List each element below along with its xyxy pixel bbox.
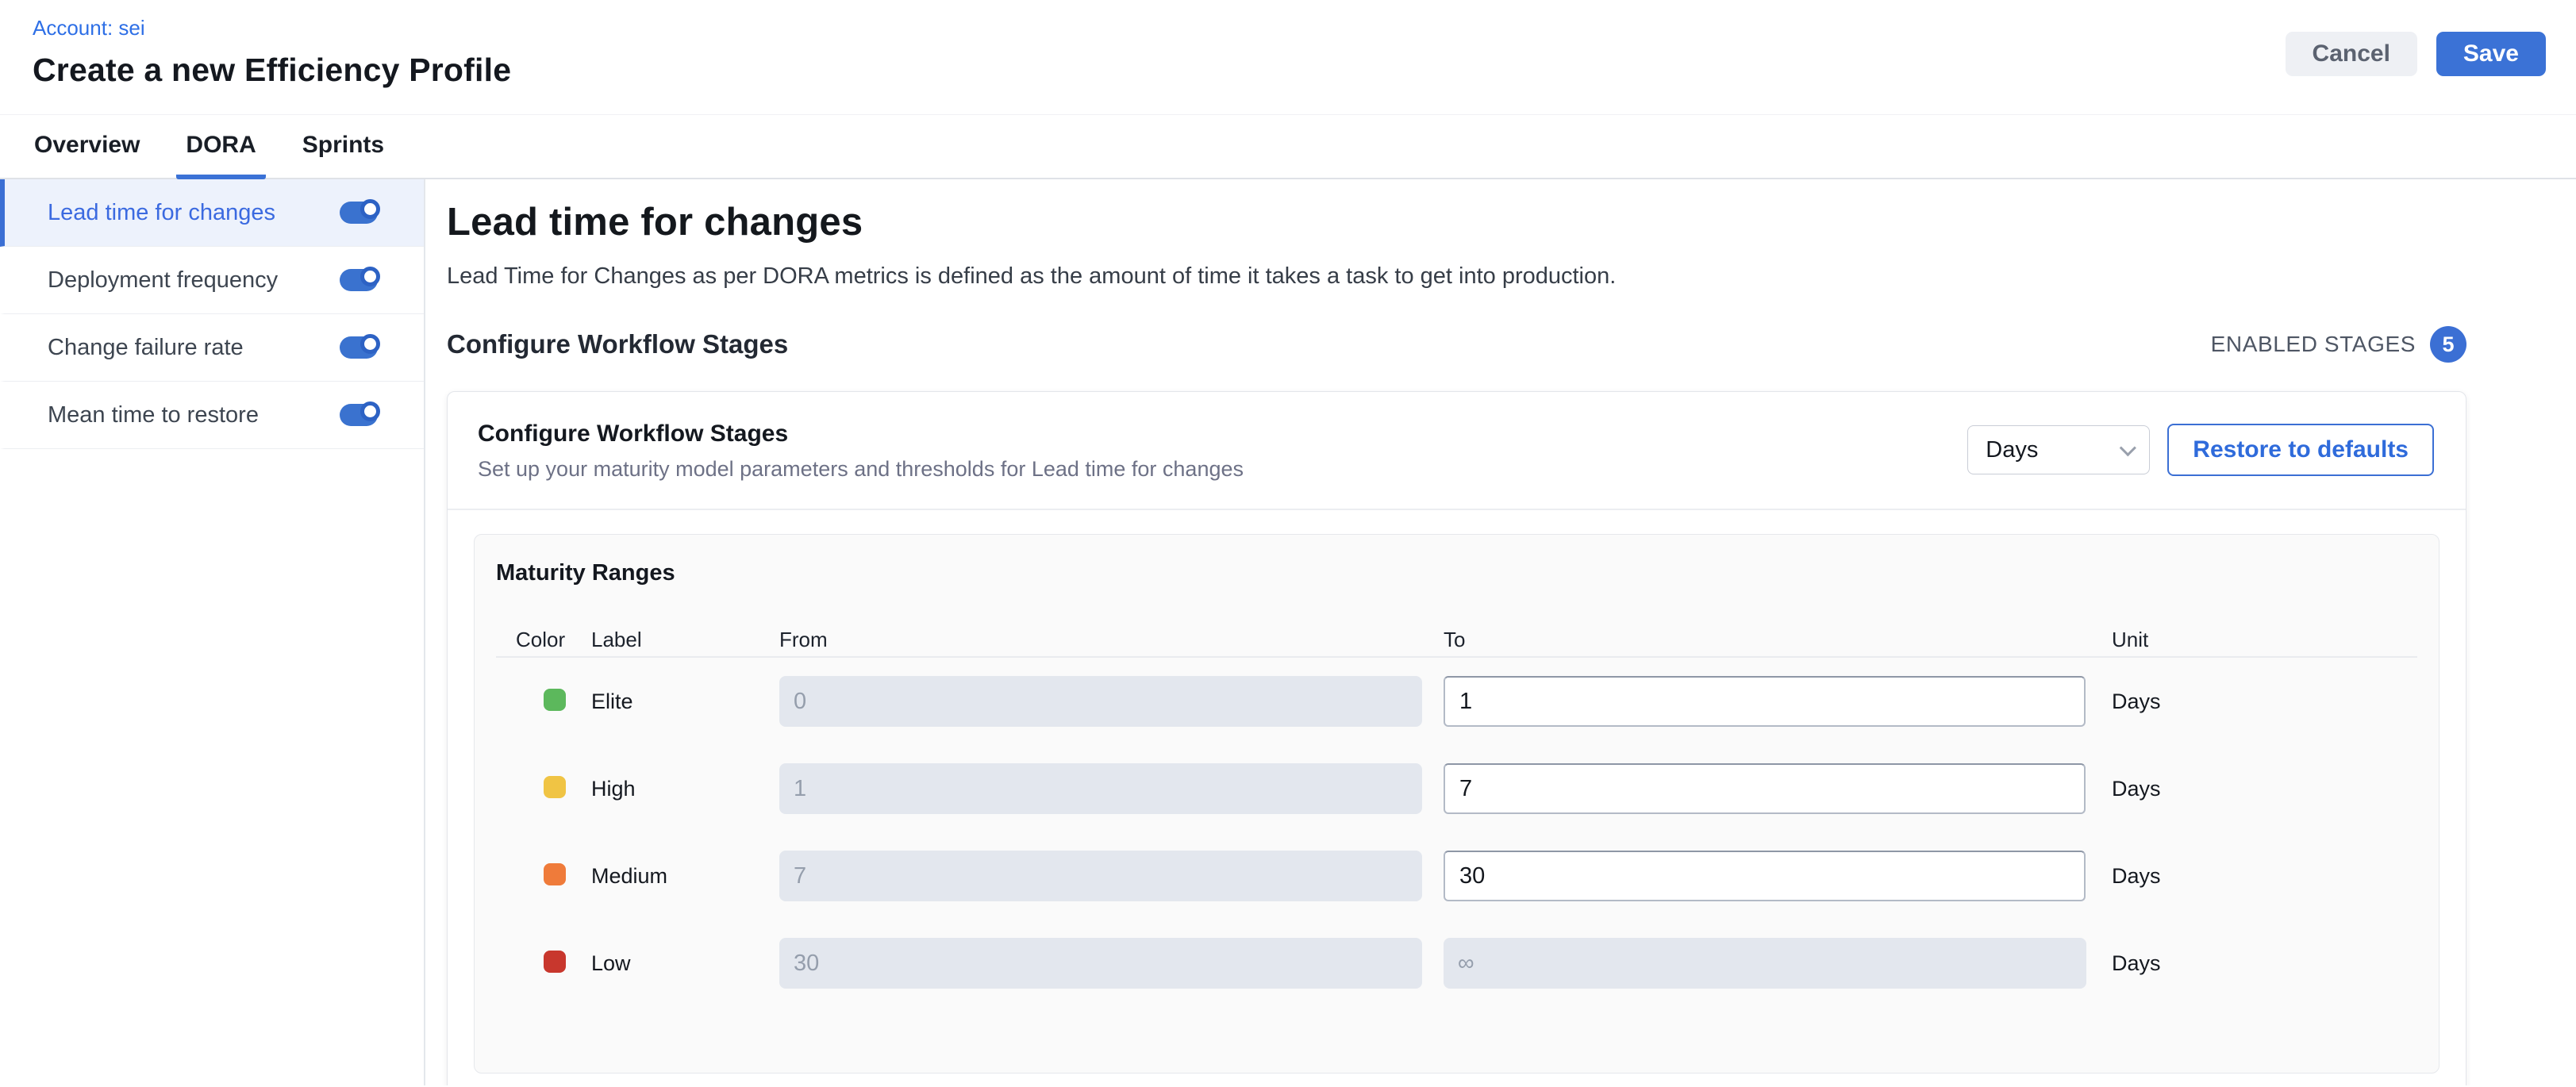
maturity-table-body: Elite Days High Days Medium Days Low Days bbox=[496, 658, 2417, 1007]
sidebar-item-label: Mean time to restore bbox=[48, 402, 259, 428]
to-input[interactable] bbox=[1444, 676, 2086, 727]
metric-toggle[interactable] bbox=[340, 404, 378, 426]
column-header-from: From bbox=[779, 628, 1444, 652]
to-input[interactable] bbox=[1444, 851, 2086, 901]
main-panel: Lead time for changes Lead Time for Chan… bbox=[425, 179, 2576, 1085]
tab-overview[interactable]: Overview bbox=[25, 115, 149, 179]
toggle-knob bbox=[360, 199, 380, 219]
maturity-table-header: ColorLabelFromToUnit bbox=[496, 623, 2417, 656]
color-cell bbox=[496, 689, 591, 715]
column-header-color: Color bbox=[496, 628, 591, 652]
maturity-color-chip bbox=[544, 863, 566, 885]
metrics-sidebar: Lead time for changes Deployment frequenc… bbox=[0, 179, 425, 1085]
metric-description: Lead Time for Changes as per DORA metric… bbox=[447, 263, 2466, 290]
content-area: Lead time for changes Deployment frequenc… bbox=[0, 179, 2576, 1085]
maturity-label: Medium bbox=[591, 864, 779, 889]
maturity-row-low: Low Days bbox=[496, 920, 2417, 1007]
metric-heading: Lead time for changes bbox=[447, 200, 2466, 244]
cancel-button[interactable]: Cancel bbox=[2286, 32, 2417, 76]
restore-defaults-button[interactable]: Restore to defaults bbox=[2167, 424, 2434, 476]
unit-label: Days bbox=[2112, 689, 2417, 714]
section-header-row: Configure Workflow Stages ENABLED STAGES… bbox=[447, 326, 2466, 363]
enabled-stages-count-badge: 5 bbox=[2430, 326, 2466, 363]
from-input bbox=[779, 763, 1422, 814]
card-subtitle: Set up your maturity model parameters an… bbox=[478, 457, 1244, 482]
sidebar-item-label: Change failure rate bbox=[48, 335, 244, 361]
from-cell bbox=[779, 763, 1444, 814]
enabled-stages-label: ENABLED STAGES bbox=[2211, 332, 2416, 357]
metric-toggle[interactable] bbox=[340, 336, 378, 359]
from-cell bbox=[779, 851, 1444, 901]
header-actions: Cancel Save bbox=[2286, 32, 2546, 76]
card-controls: Days Restore to defaults bbox=[1967, 424, 2434, 476]
unit-label: Days bbox=[2112, 864, 2417, 889]
column-header-to: To bbox=[1444, 628, 2112, 652]
column-header-label: Label bbox=[591, 628, 779, 652]
toggle-knob bbox=[360, 267, 380, 286]
from-input bbox=[779, 938, 1422, 989]
color-cell bbox=[496, 863, 591, 889]
unit-label: Days bbox=[2112, 951, 2417, 976]
sidebar-item-lead-time-for-changes[interactable]: Lead time for changes bbox=[0, 179, 424, 247]
enabled-stages: ENABLED STAGES 5 bbox=[2211, 326, 2466, 363]
toggle-knob bbox=[360, 334, 380, 354]
sidebar-item-label: Deployment frequency bbox=[48, 267, 278, 294]
workflow-stages-card: Configure Workflow Stages Set up your ma… bbox=[447, 391, 2466, 1085]
to-cell bbox=[1444, 763, 2112, 814]
metric-toggle[interactable] bbox=[340, 269, 378, 291]
toggle-knob bbox=[360, 401, 380, 421]
chevron-down-icon bbox=[2120, 440, 2136, 456]
sidebar-item-deployment-frequency[interactable]: Deployment frequency bbox=[0, 247, 424, 314]
maturity-ranges-title: Maturity Ranges bbox=[496, 560, 2417, 586]
unit-select[interactable]: Days bbox=[1967, 425, 2150, 474]
save-button[interactable]: Save bbox=[2436, 32, 2546, 76]
to-cell bbox=[1444, 938, 2112, 989]
tab-bar: Overview DORA Sprints bbox=[0, 115, 2576, 179]
account-breadcrumb-link[interactable]: Account: sei bbox=[33, 16, 145, 40]
sidebar-item-mean-time-to-restore[interactable]: Mean time to restore bbox=[0, 382, 424, 449]
metric-toggle[interactable] bbox=[340, 202, 378, 224]
from-input bbox=[779, 676, 1422, 727]
configure-stages-heading: Configure Workflow Stages bbox=[447, 329, 788, 359]
to-cell bbox=[1444, 676, 2112, 727]
card-title: Configure Workflow Stages bbox=[478, 421, 1244, 447]
unit-select-value: Days bbox=[1986, 437, 2038, 463]
sidebar-item-change-failure-rate[interactable]: Change failure rate bbox=[0, 314, 424, 382]
maturity-row-medium: Medium Days bbox=[496, 832, 2417, 920]
color-cell bbox=[496, 776, 591, 802]
card-header-text: Configure Workflow Stages Set up your ma… bbox=[478, 421, 1244, 482]
unit-label: Days bbox=[2112, 777, 2417, 801]
column-header-unit: Unit bbox=[2112, 628, 2417, 652]
sidebar-item-label: Lead time for changes bbox=[48, 200, 275, 226]
tab-dora[interactable]: DORA bbox=[176, 115, 265, 179]
maturity-color-chip bbox=[544, 689, 566, 711]
maturity-row-elite: Elite Days bbox=[496, 658, 2417, 745]
maturity-label: High bbox=[591, 777, 779, 801]
page-header: Account: sei Create a new Efficiency Pro… bbox=[0, 0, 2576, 115]
maturity-table: ColorLabelFromToUnit EliteDaysHighDaysMe… bbox=[496, 623, 2417, 1007]
from-cell bbox=[779, 938, 1444, 989]
color-cell bbox=[496, 951, 591, 977]
to-input bbox=[1444, 938, 2086, 989]
card-header: Configure Workflow Stages Set up your ma… bbox=[448, 392, 2466, 510]
maturity-label: Low bbox=[591, 951, 779, 976]
maturity-color-chip bbox=[544, 951, 566, 973]
tab-sprints[interactable]: Sprints bbox=[293, 115, 394, 179]
page-title: Create a new Efficiency Profile bbox=[33, 52, 2544, 89]
maturity-row-high: High Days bbox=[496, 745, 2417, 832]
to-cell bbox=[1444, 851, 2112, 901]
from-cell bbox=[779, 676, 1444, 727]
from-input bbox=[779, 851, 1422, 901]
maturity-label: Elite bbox=[591, 689, 779, 714]
maturity-ranges-panel: Maturity Ranges ColorLabelFromToUnit Eli… bbox=[474, 534, 2440, 1074]
to-input[interactable] bbox=[1444, 763, 2086, 814]
maturity-color-chip bbox=[544, 776, 566, 798]
